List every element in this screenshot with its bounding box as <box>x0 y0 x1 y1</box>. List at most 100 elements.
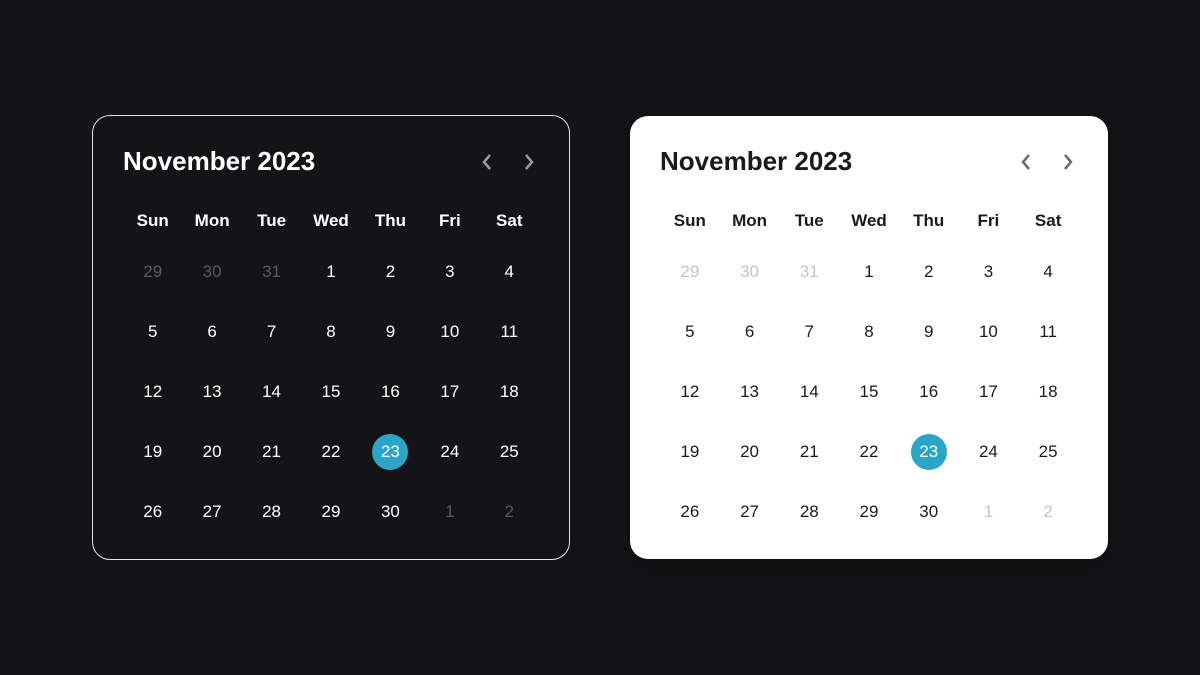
day-cell-muted[interactable]: 1 <box>420 491 479 533</box>
day-cell[interactable]: 12 <box>123 371 182 413</box>
day-grid: 2930311234567891011121314151617181920212… <box>123 251 539 533</box>
weekday-label: Wed <box>301 205 360 237</box>
weekday-label: Thu <box>899 205 959 237</box>
day-cell-muted[interactable]: 29 <box>660 251 720 293</box>
day-cell[interactable]: 13 <box>182 371 241 413</box>
day-cell[interactable]: 9 <box>361 311 420 353</box>
day-cell[interactable]: 18 <box>1018 371 1078 413</box>
day-cell[interactable]: 16 <box>361 371 420 413</box>
weekday-label: Sun <box>660 205 720 237</box>
weekday-label: Sat <box>480 205 539 237</box>
day-cell[interactable]: 22 <box>301 431 360 473</box>
day-cell-selected[interactable]: 23 <box>899 431 959 473</box>
calendar-title: November 2023 <box>123 146 315 177</box>
next-month-button[interactable] <box>1058 149 1078 175</box>
day-cell[interactable]: 7 <box>779 311 839 353</box>
day-cell[interactable]: 24 <box>959 431 1019 473</box>
day-cell[interactable]: 28 <box>779 491 839 533</box>
weekday-label: Tue <box>242 205 301 237</box>
day-cell[interactable]: 29 <box>839 491 899 533</box>
day-cell[interactable]: 1 <box>301 251 360 293</box>
day-cell[interactable]: 5 <box>123 311 182 353</box>
next-month-button[interactable] <box>519 149 539 175</box>
day-cell[interactable]: 1 <box>839 251 899 293</box>
day-cell[interactable]: 21 <box>779 431 839 473</box>
day-cell[interactable]: 11 <box>1018 311 1078 353</box>
day-cell[interactable]: 20 <box>720 431 780 473</box>
day-cell[interactable]: 2 <box>361 251 420 293</box>
day-cell[interactable]: 10 <box>959 311 1019 353</box>
day-cell[interactable]: 13 <box>720 371 780 413</box>
chevron-right-icon <box>523 153 535 171</box>
day-cell[interactable]: 8 <box>839 311 899 353</box>
day-cell[interactable]: 28 <box>242 491 301 533</box>
day-cell[interactable]: 11 <box>480 311 539 353</box>
chevron-right-icon <box>1062 153 1074 171</box>
day-cell[interactable]: 25 <box>1018 431 1078 473</box>
calendar-dark: November 2023 SunMonTueWedThuFriSat 2930… <box>92 115 570 560</box>
day-cell[interactable]: 26 <box>123 491 182 533</box>
chevron-left-icon <box>481 153 493 171</box>
day-cell-muted[interactable]: 31 <box>242 251 301 293</box>
day-cell-muted[interactable]: 1 <box>959 491 1019 533</box>
weekday-label: Thu <box>361 205 420 237</box>
day-cell[interactable]: 3 <box>959 251 1019 293</box>
day-cell[interactable]: 24 <box>420 431 479 473</box>
day-cell[interactable]: 18 <box>480 371 539 413</box>
calendar-title: November 2023 <box>660 146 852 177</box>
day-cell[interactable]: 27 <box>182 491 241 533</box>
day-cell[interactable]: 17 <box>420 371 479 413</box>
day-cell[interactable]: 7 <box>242 311 301 353</box>
weekday-label: Fri <box>420 205 479 237</box>
day-cell[interactable]: 9 <box>899 311 959 353</box>
day-cell[interactable]: 8 <box>301 311 360 353</box>
chevron-left-icon <box>1020 153 1032 171</box>
day-cell[interactable]: 17 <box>959 371 1019 413</box>
day-cell-muted[interactable]: 30 <box>182 251 241 293</box>
day-cell[interactable]: 3 <box>420 251 479 293</box>
day-cell[interactable]: 12 <box>660 371 720 413</box>
day-cell[interactable]: 19 <box>123 431 182 473</box>
weekday-label: Sun <box>123 205 182 237</box>
day-cell[interactable]: 19 <box>660 431 720 473</box>
day-cell[interactable]: 2 <box>899 251 959 293</box>
day-cell[interactable]: 6 <box>720 311 780 353</box>
day-cell[interactable]: 30 <box>899 491 959 533</box>
calendar-light: November 2023 SunMonTueWedThuFriSat 2930… <box>630 116 1108 559</box>
nav-buttons <box>477 149 539 175</box>
nav-buttons <box>1016 149 1078 175</box>
day-cell[interactable]: 5 <box>660 311 720 353</box>
day-cell-muted[interactable]: 2 <box>1018 491 1078 533</box>
weekday-row: SunMonTueWedThuFriSat <box>123 205 539 237</box>
prev-month-button[interactable] <box>477 149 497 175</box>
day-cell[interactable]: 25 <box>480 431 539 473</box>
day-cell-muted[interactable]: 30 <box>720 251 780 293</box>
day-cell[interactable]: 21 <box>242 431 301 473</box>
day-cell[interactable]: 15 <box>839 371 899 413</box>
day-cell[interactable]: 30 <box>361 491 420 533</box>
day-cell[interactable]: 4 <box>480 251 539 293</box>
weekday-label: Tue <box>779 205 839 237</box>
day-cell[interactable]: 10 <box>420 311 479 353</box>
day-cell[interactable]: 27 <box>720 491 780 533</box>
day-cell[interactable]: 14 <box>242 371 301 413</box>
weekday-label: Mon <box>182 205 241 237</box>
weekday-label: Wed <box>839 205 899 237</box>
day-cell[interactable]: 15 <box>301 371 360 413</box>
day-cell[interactable]: 20 <box>182 431 241 473</box>
day-cell[interactable]: 4 <box>1018 251 1078 293</box>
weekday-row: SunMonTueWedThuFriSat <box>660 205 1078 237</box>
day-cell-muted[interactable]: 29 <box>123 251 182 293</box>
prev-month-button[interactable] <box>1016 149 1036 175</box>
day-cell-muted[interactable]: 31 <box>779 251 839 293</box>
day-cell[interactable]: 22 <box>839 431 899 473</box>
day-cell[interactable]: 29 <box>301 491 360 533</box>
day-cell-muted[interactable]: 2 <box>480 491 539 533</box>
day-cell[interactable]: 16 <box>899 371 959 413</box>
calendar-header: November 2023 <box>123 146 539 177</box>
day-grid: 2930311234567891011121314151617181920212… <box>660 251 1078 533</box>
day-cell[interactable]: 26 <box>660 491 720 533</box>
day-cell[interactable]: 6 <box>182 311 241 353</box>
day-cell-selected[interactable]: 23 <box>361 431 420 473</box>
day-cell[interactable]: 14 <box>779 371 839 413</box>
